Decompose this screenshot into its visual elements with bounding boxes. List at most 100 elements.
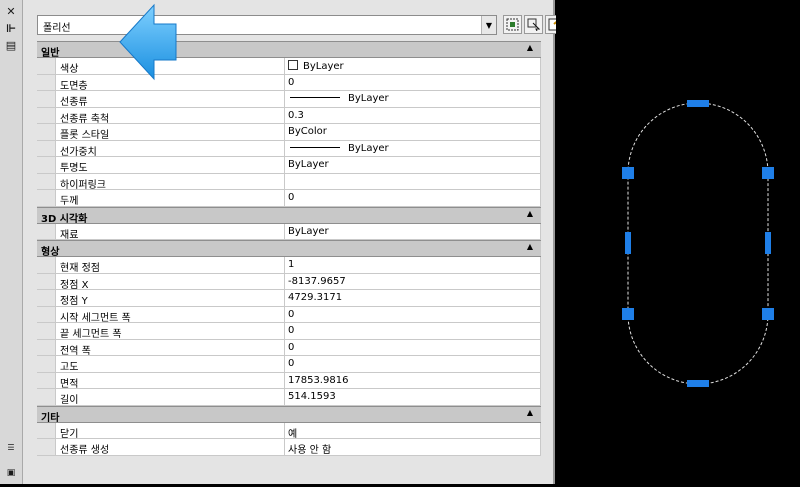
property-value[interactable]: 0 [285, 306, 541, 322]
grip-midpoint-right[interactable] [765, 232, 771, 254]
grip-vertex[interactable] [762, 167, 774, 179]
property-row[interactable]: 닫기 예 [37, 422, 541, 440]
property-value[interactable]: 1 [285, 257, 541, 273]
property-value-text: 사용 안 함 [288, 445, 332, 456]
property-label: 현재 정점 [55, 257, 285, 274]
grip-midpoint-bottom[interactable] [687, 380, 709, 387]
palette-title-icon: ☰ [7, 442, 15, 452]
property-label: 정점 X [55, 273, 285, 291]
collapse-icon[interactable]: ▲ [527, 408, 533, 417]
property-value[interactable]: 0 [285, 190, 541, 206]
property-value[interactable]: 0 [285, 323, 541, 339]
property-label: 재료 [55, 223, 285, 241]
linetype-sample-icon [290, 146, 340, 148]
property-value[interactable]: ByLayer [285, 223, 541, 239]
property-value[interactable]: ByColor [285, 124, 541, 140]
color-swatch-icon [288, 60, 298, 70]
property-row[interactable]: 끝 세그먼트 폭0 [37, 323, 541, 340]
toggle-pickadd-button[interactable] [503, 15, 522, 34]
property-row[interactable]: 정점 Y 4729.3171 [37, 290, 541, 307]
object-type-value: 폴리선 [43, 23, 71, 34]
property-label: 하이퍼링크 [55, 173, 285, 191]
property-value-text: ByLayer [288, 159, 329, 170]
property-row[interactable]: 전역 폭0 [37, 339, 541, 357]
grip-vertex[interactable] [762, 308, 774, 320]
property-label: 정점 Y [55, 290, 285, 307]
collapse-icon[interactable]: ▲ [527, 242, 533, 251]
property-value[interactable]: ByLayer [285, 91, 541, 107]
polyline-shape[interactable] [627, 102, 769, 385]
section-title: 형상 [41, 247, 60, 258]
property-row[interactable]: 투명도 ByLayer [37, 157, 541, 174]
object-type-select[interactable]: 폴리선 ▼ [37, 15, 497, 35]
grip-vertex[interactable] [622, 308, 634, 320]
property-row[interactable]: 고도 0 [37, 356, 541, 373]
section-title: 기타 [41, 412, 60, 424]
property-value-text: ByLayer [303, 61, 344, 72]
property-row[interactable]: 현재 정점 1 [37, 257, 541, 274]
property-value-text: ByLayer [348, 142, 389, 154]
drawing-area[interactable] [556, 0, 800, 484]
property-value[interactable] [285, 173, 541, 189]
property-label: 플롯 스타일 [55, 124, 285, 141]
property-row[interactable]: 정점 X -8137.9657 [37, 273, 541, 291]
palette-side-strip: ✕ ⊩ ▤ ☰ ▣ [0, 0, 23, 484]
property-value-text: 0 [288, 192, 295, 203]
property-value[interactable]: 4729.3171 [285, 290, 541, 306]
property-row[interactable]: 선가중치 ByLayer [37, 140, 541, 158]
property-value[interactable]: -8137.9657 [285, 273, 541, 289]
property-row[interactable]: 두께 0 [37, 190, 541, 207]
collapse-icon[interactable]: ▲ [527, 209, 533, 218]
property-value-text: 0 [288, 76, 295, 88]
property-value[interactable]: 사용 안 함 [285, 439, 541, 456]
property-row[interactable]: 선종류 ByLayer [37, 91, 541, 108]
property-value-text: 0 [288, 325, 295, 336]
property-row[interactable]: 면적 17853.9816 [37, 372, 541, 390]
section-header[interactable]: 3D 시각화 ▲ [37, 206, 541, 225]
property-value-text: ByLayer [348, 93, 389, 104]
property-row[interactable]: 시작 세그먼트 폭0 [37, 306, 541, 324]
property-row[interactable]: 길이 514.1593 [37, 389, 541, 406]
property-row[interactable]: 재료 ByLayer [37, 223, 541, 241]
close-icon[interactable]: ✕ [4, 4, 18, 18]
property-label: 닫기 [55, 422, 285, 440]
property-row[interactable]: 색상 ByLayer [37, 58, 541, 75]
property-value[interactable]: ByLayer [285, 140, 541, 156]
chevron-down-icon[interactable]: ▼ [481, 16, 496, 34]
property-value[interactable]: 0.3 [285, 107, 541, 123]
grip-vertex[interactable] [622, 167, 634, 179]
section-header[interactable]: 기타 ▲ [37, 405, 541, 424]
property-row[interactable]: 선종류 생성 사용 안 함 [37, 439, 541, 456]
grip-midpoint-left[interactable] [625, 232, 631, 254]
property-value-text: 514.1593 [288, 391, 336, 402]
property-value[interactable]: 예 [285, 422, 541, 440]
property-row[interactable]: 플롯 스타일 ByColor [37, 124, 541, 141]
select-objects-button[interactable] [524, 15, 543, 34]
property-row[interactable]: 하이퍼링크 [37, 173, 541, 191]
property-row[interactable]: 선종류 축척 0.3 [37, 107, 541, 125]
property-value-text: ByColor [288, 126, 327, 137]
properties-menu-icon[interactable]: ▤ [4, 38, 18, 52]
property-row[interactable]: 도면층 0 [37, 74, 541, 92]
property-value[interactable]: 514.1593 [285, 389, 541, 405]
property-label: 선가중치 [55, 140, 285, 158]
property-label: 끝 세그먼트 폭 [55, 323, 285, 340]
collapse-icon[interactable]: ▲ [527, 43, 533, 52]
property-value[interactable]: 0 [285, 339, 541, 355]
property-label: 시작 세그먼트 폭 [55, 306, 285, 324]
property-label: 고도 [55, 356, 285, 373]
grip-midpoint-top[interactable] [687, 100, 709, 107]
property-value-text: 0 [288, 308, 295, 320]
section-header[interactable]: 형상 ▲ [37, 240, 541, 258]
property-value-text: 1 [288, 259, 295, 270]
section-header[interactable]: 일반 ▲ [37, 41, 541, 59]
auto-hide-icon[interactable]: ⊩ [4, 21, 18, 35]
property-value[interactable]: ByLayer [285, 157, 541, 173]
property-label: 선종류 축척 [55, 107, 285, 125]
property-value[interactable]: 0 [285, 74, 541, 90]
property-value-text: 0 [288, 341, 295, 353]
property-label: 길이 [55, 389, 285, 406]
property-value[interactable]: ByLayer [285, 58, 541, 74]
property-value[interactable]: 17853.9816 [285, 372, 541, 388]
property-value[interactable]: 0 [285, 356, 541, 372]
